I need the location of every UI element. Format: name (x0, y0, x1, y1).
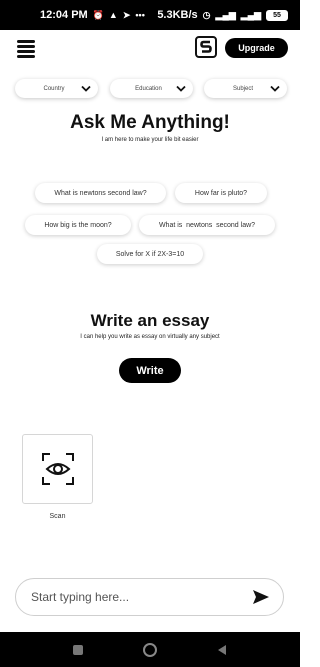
home-icon[interactable] (142, 642, 158, 658)
scan-tool-label: Scan (49, 513, 66, 520)
subject-dropdown[interactable]: Subject (204, 79, 287, 98)
sim-signal-icon: ▂▄▆ (215, 9, 236, 20)
chevron-down-icon (270, 85, 280, 92)
essay-title: Write an essay (90, 311, 210, 330)
chevron-down-icon (81, 85, 91, 92)
app-header: Upgrade (0, 36, 300, 60)
message-input[interactable] (31, 590, 251, 604)
wifi-signal-icon: ▂▄▆ (240, 9, 261, 20)
filter-row: Country Education Subject (15, 79, 287, 98)
net-speed: 5.3KB/s (157, 9, 198, 21)
subject-dropdown-label: Subject (232, 85, 253, 92)
upgrade-button[interactable]: Upgrade (225, 38, 288, 58)
s-logo-icon[interactable] (195, 36, 217, 58)
status-bar: 12:04 PM ⏰ ▲ ➤ ••• 5.3KB/s ◷ ▂▄▆ ▂▄▆ 55 (0, 0, 300, 30)
more-dots-icon: ••• (135, 10, 145, 20)
battery-icon: 55 (266, 9, 288, 21)
recent-apps-icon[interactable] (72, 644, 84, 656)
message-composer (15, 578, 284, 616)
telegram-icon: ➤ (122, 9, 131, 20)
country-dropdown[interactable]: Country (15, 79, 98, 98)
system-nav-bar (0, 632, 300, 667)
send-button[interactable] (251, 587, 271, 607)
suggestion-chip[interactable]: How big is the moon? (25, 215, 131, 235)
suggestion-chip[interactable]: What is newtons second law? (139, 215, 275, 235)
write-button[interactable]: Write (119, 358, 181, 383)
suggestion-chip[interactable]: How far is pluto? (175, 183, 267, 203)
education-dropdown-label: Education (135, 85, 162, 92)
eye-scan-icon (41, 453, 74, 485)
ask-title: Ask Me Anything! (70, 112, 230, 133)
alert-icon: ▲ (108, 10, 118, 20)
status-time: 12:04 PM (40, 9, 88, 21)
education-dropdown[interactable]: Education (109, 79, 193, 98)
hamburger-menu-icon[interactable] (17, 38, 35, 58)
back-icon[interactable] (216, 644, 228, 656)
alarm-icon: ⏰ (92, 9, 104, 20)
scan-tool-card[interactable] (22, 434, 93, 504)
send-icon (253, 590, 269, 604)
ask-subtitle: I am here to make your life bit easier (101, 137, 199, 143)
suggestion-chip[interactable]: Solve for X if 2X-3=10 (97, 244, 203, 264)
alarm-clock-icon: ◷ (202, 9, 211, 20)
chevron-down-icon (175, 85, 186, 92)
suggestion-chip[interactable]: What is newtons second law? (35, 183, 166, 203)
essay-subtitle: I can help you write as essay on virtual… (80, 334, 220, 340)
country-dropdown-label: Country (43, 85, 65, 92)
